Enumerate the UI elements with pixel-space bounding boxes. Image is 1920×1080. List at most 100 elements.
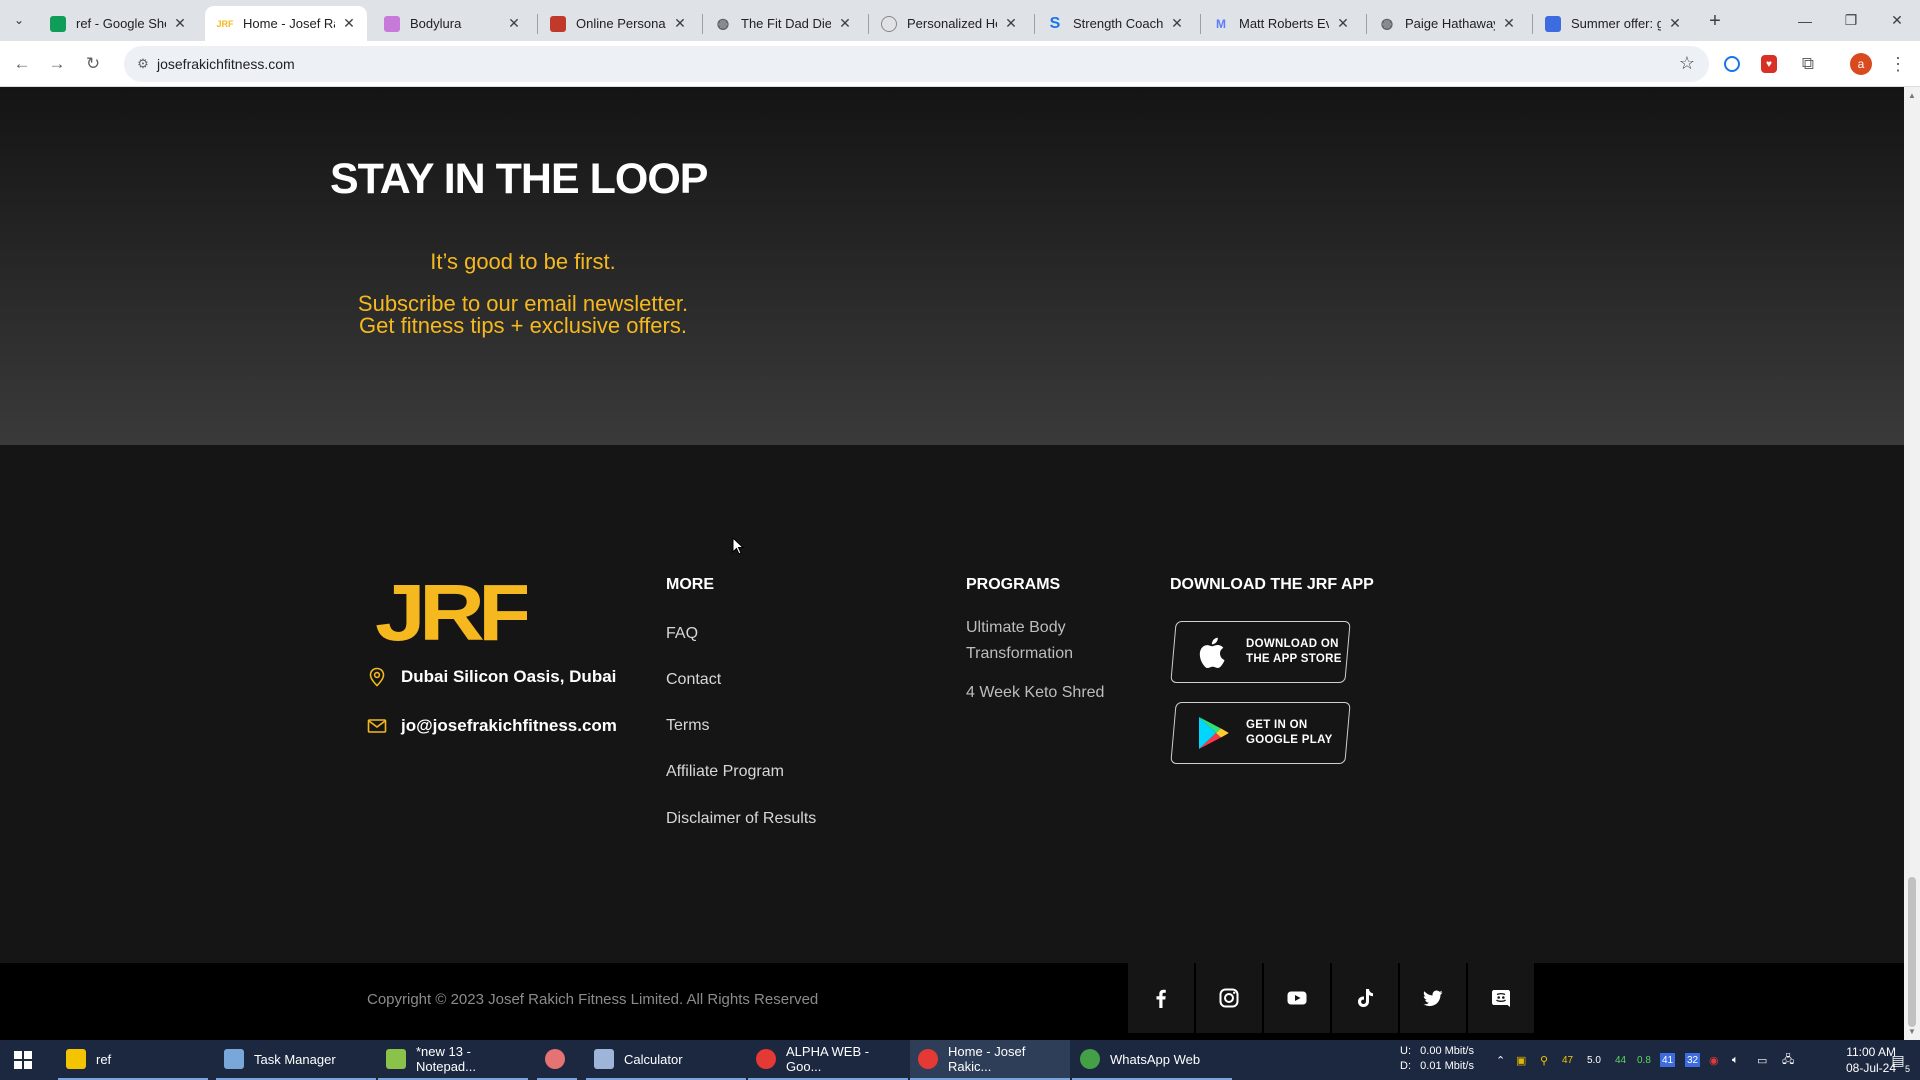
menu-dots-icon[interactable]: ⋮ bbox=[1887, 53, 1909, 75]
disclaimer-link[interactable]: Disclaimer of Results bbox=[666, 810, 816, 828]
close-icon[interactable]: ✕ bbox=[506, 15, 522, 32]
taskbar-item-ref[interactable]: ref bbox=[58, 1040, 208, 1080]
tiktok-icon[interactable] bbox=[1332, 963, 1398, 1033]
close-icon[interactable]: ✕ bbox=[341, 15, 357, 32]
address-bar[interactable]: ⚙ josefrakichfitness.com ☆ bbox=[124, 46, 1709, 82]
instagram-icon[interactable] bbox=[1196, 963, 1262, 1033]
volume-icon[interactable]: 🔈︎ bbox=[1732, 1040, 1739, 1080]
tray-stat-4: 0.8 bbox=[1637, 1054, 1651, 1066]
reload-icon[interactable]: ↻ bbox=[79, 50, 107, 78]
email-row[interactable]: jo@josefrakichfitness.com bbox=[367, 716, 617, 736]
tab-paige-hathaway[interactable]: ◍ Paige Hathaway ✕ bbox=[1367, 6, 1527, 41]
app-store-line-1: DOWNLOAD ON bbox=[1246, 638, 1339, 650]
tray-stat-3: 44 bbox=[1615, 1054, 1627, 1066]
app-store-button[interactable]: DOWNLOAD ON THE APP STORE bbox=[1170, 621, 1351, 683]
tab-josef-rakich[interactable]: JRF Home - Josef Rak ✕ bbox=[205, 6, 367, 41]
network-icon[interactable]: 🖧︎ bbox=[1782, 1040, 1794, 1080]
page-scrollbar[interactable]: ▲ ▼ bbox=[1904, 87, 1920, 1040]
newsletter-line-1: Subscribe to our email newsletter. bbox=[357, 291, 689, 316]
tab-title: Online Personal Tr bbox=[576, 16, 666, 31]
close-icon[interactable]: ✕ bbox=[1501, 15, 1517, 32]
tab-search-icon[interactable]: ⌄ bbox=[8, 9, 30, 31]
taskbar-item-calculator[interactable]: Calculator bbox=[586, 1040, 746, 1080]
bodylura-icon bbox=[384, 15, 400, 32]
close-icon[interactable]: ✕ bbox=[1003, 15, 1019, 32]
newsletter-section: STAY IN THE LOOP It’s good to be first. … bbox=[0, 87, 1904, 445]
close-icon[interactable]: ✕ bbox=[672, 15, 688, 32]
back-icon[interactable]: ← bbox=[8, 50, 36, 78]
forward-icon[interactable]: → bbox=[43, 50, 71, 78]
minimize-icon[interactable]: — bbox=[1782, 0, 1828, 41]
extension-icon[interactable] bbox=[1724, 56, 1740, 72]
google-play-line-2: GOOGLE PLAY bbox=[1246, 734, 1333, 746]
scrollbar-thumb[interactable] bbox=[1908, 877, 1916, 1027]
notification-icon[interactable]: ▤ 5 bbox=[1880, 1040, 1916, 1080]
scroll-up-icon[interactable]: ▲ bbox=[1908, 91, 1916, 100]
close-icon[interactable]: ✕ bbox=[1335, 15, 1351, 32]
tray-search-icon[interactable]: ⚲ bbox=[1540, 1040, 1548, 1080]
shield-extension-icon[interactable]: ♥ bbox=[1761, 55, 1777, 73]
tab-strength-coach[interactable]: S Strength Coach G ✕ bbox=[1035, 6, 1195, 41]
net-down-row: D: 0.01 Mbit/s bbox=[1400, 1059, 1474, 1074]
taskbar-item-task-manager[interactable]: Task Manager bbox=[216, 1040, 376, 1080]
taskbar-item-whatsapp[interactable]: WhatsApp Web bbox=[1072, 1040, 1232, 1080]
taskbar-item-notepad[interactable]: *new 13 - Notepad... bbox=[378, 1040, 528, 1080]
restore-icon[interactable]: ❐ bbox=[1828, 0, 1874, 41]
twitter-icon[interactable] bbox=[1400, 963, 1466, 1033]
contact-link[interactable]: Contact bbox=[666, 671, 721, 689]
tab-title: Home - Josef Rak bbox=[243, 16, 335, 31]
taskbar-item-chrome-home[interactable]: Home - Josef Rakic... bbox=[910, 1040, 1070, 1080]
new-tab-button[interactable]: + bbox=[1703, 9, 1727, 33]
scroll-down-icon[interactable]: ▼ bbox=[1908, 1027, 1916, 1036]
youtube-icon[interactable] bbox=[1264, 963, 1330, 1033]
close-icon[interactable]: ✕ bbox=[1667, 15, 1683, 32]
faq-link[interactable]: FAQ bbox=[666, 625, 698, 643]
tab-matt-roberts[interactable]: M Matt Roberts Evol ✕ bbox=[1201, 6, 1361, 41]
newsletter-title: STAY IN THE LOOP bbox=[330, 155, 708, 203]
windows-start-icon[interactable] bbox=[0, 1040, 46, 1080]
address-text: Dubai Silicon Oasis, Dubai bbox=[401, 667, 617, 686]
tab-ref-sheet[interactable]: ref - Google Shee ✕ bbox=[38, 6, 198, 41]
taskbar-label: WhatsApp Web bbox=[1110, 1051, 1201, 1067]
bookmark-star-icon[interactable]: ☆ bbox=[1679, 53, 1695, 74]
puzzle-icon[interactable]: ⧉ bbox=[1797, 53, 1819, 75]
tray-security-icon[interactable]: ◉ bbox=[1709, 1040, 1719, 1080]
terms-link[interactable]: Terms bbox=[666, 717, 710, 735]
taskbar-label: Task Manager bbox=[254, 1051, 336, 1067]
jrf-icon: JRF bbox=[216, 18, 234, 29]
url-text: josefrakichfitness.com bbox=[157, 56, 295, 72]
tab-summer-offer[interactable]: Summer offer: get ✕ bbox=[1533, 6, 1693, 41]
taskbar-item-app[interactable] bbox=[537, 1040, 577, 1080]
affiliate-program-link[interactable]: Affiliate Program bbox=[666, 763, 784, 781]
mail-icon bbox=[367, 719, 387, 733]
tray-stat-5: 41 bbox=[1660, 1053, 1676, 1067]
battery-icon[interactable]: ▭ bbox=[1757, 1040, 1767, 1080]
profile-initial: a bbox=[1857, 57, 1865, 71]
close-icon[interactable]: ✕ bbox=[172, 15, 188, 32]
email-link[interactable]: jo@josefrakichfitness.com bbox=[401, 716, 617, 736]
discord-icon[interactable] bbox=[1468, 963, 1534, 1033]
tab-fit-dad-diet[interactable]: ◍ The Fit Dad Diet: / ✕ bbox=[703, 6, 863, 41]
close-icon[interactable]: ✕ bbox=[837, 15, 853, 32]
chrome-icon bbox=[756, 1049, 776, 1069]
google-play-button[interactable]: GET IN ON GOOGLE PLAY bbox=[1170, 702, 1351, 764]
tray-chevron-icon[interactable]: ⌃ bbox=[1496, 1040, 1505, 1080]
close-window-icon[interactable]: ✕ bbox=[1874, 0, 1920, 41]
tab-personalized-health[interactable]: Personalized Heal ✕ bbox=[869, 6, 1029, 41]
taskbar-item-chrome-alpha[interactable]: ALPHA WEB - Goo... bbox=[748, 1040, 908, 1080]
tray-stat-1: 47 bbox=[1562, 1054, 1574, 1066]
jrf-logo[interactable]: JRF bbox=[375, 576, 527, 644]
ultimate-body-transformation-link[interactable]: Ultimate Body Transformation bbox=[966, 615, 1096, 667]
newsletter-tagline: It’s good to be first. bbox=[430, 249, 616, 274]
tab-bodylura[interactable]: Bodylura ✕ bbox=[372, 6, 532, 41]
facebook-icon[interactable] bbox=[1128, 963, 1194, 1033]
network-speed: U: 0.00 Mbit/s D: 0.01 Mbit/s bbox=[1400, 1044, 1474, 1076]
tab-online-personal-trainer[interactable]: Online Personal Tr ✕ bbox=[538, 6, 698, 41]
profile-avatar[interactable]: a bbox=[1850, 53, 1872, 75]
mouse-cursor-icon bbox=[732, 537, 744, 555]
site-settings-icon[interactable]: ⚙ bbox=[134, 55, 152, 73]
tray-folder-icon[interactable]: ▣ bbox=[1516, 1040, 1526, 1080]
site-footer: JRF Dubai Silicon Oasis, Dubai jo@josefr… bbox=[0, 445, 1904, 963]
close-icon[interactable]: ✕ bbox=[1169, 15, 1185, 32]
keto-shred-link[interactable]: 4 Week Keto Shred bbox=[966, 680, 1104, 706]
